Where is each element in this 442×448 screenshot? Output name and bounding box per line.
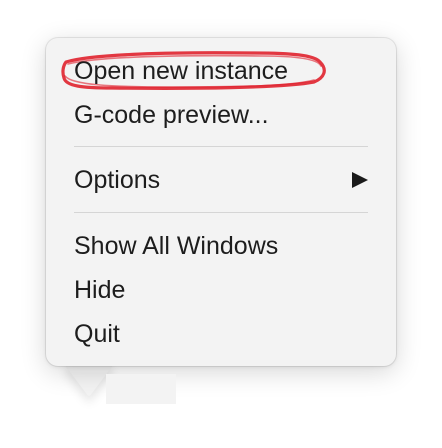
- screen: Open new instance G-code preview... Opti…: [0, 0, 442, 448]
- menu-item-hide[interactable]: Hide: [74, 275, 125, 305]
- menu-item-show-all-windows[interactable]: Show All Windows: [74, 231, 278, 261]
- dock-context-menu: Open new instance G-code preview... Opti…: [46, 38, 396, 404]
- menu-item-gcode-preview[interactable]: G-code preview...: [74, 100, 269, 130]
- menu-tail-joint: [106, 374, 176, 404]
- menu-separator: [74, 212, 368, 213]
- triangle-right-icon: [352, 172, 368, 188]
- menu-item-options[interactable]: Options: [74, 165, 160, 195]
- menu-separator: [74, 146, 368, 147]
- menu-item-quit[interactable]: Quit: [74, 319, 120, 349]
- menu-item-open-new-instance[interactable]: Open new instance: [74, 56, 288, 86]
